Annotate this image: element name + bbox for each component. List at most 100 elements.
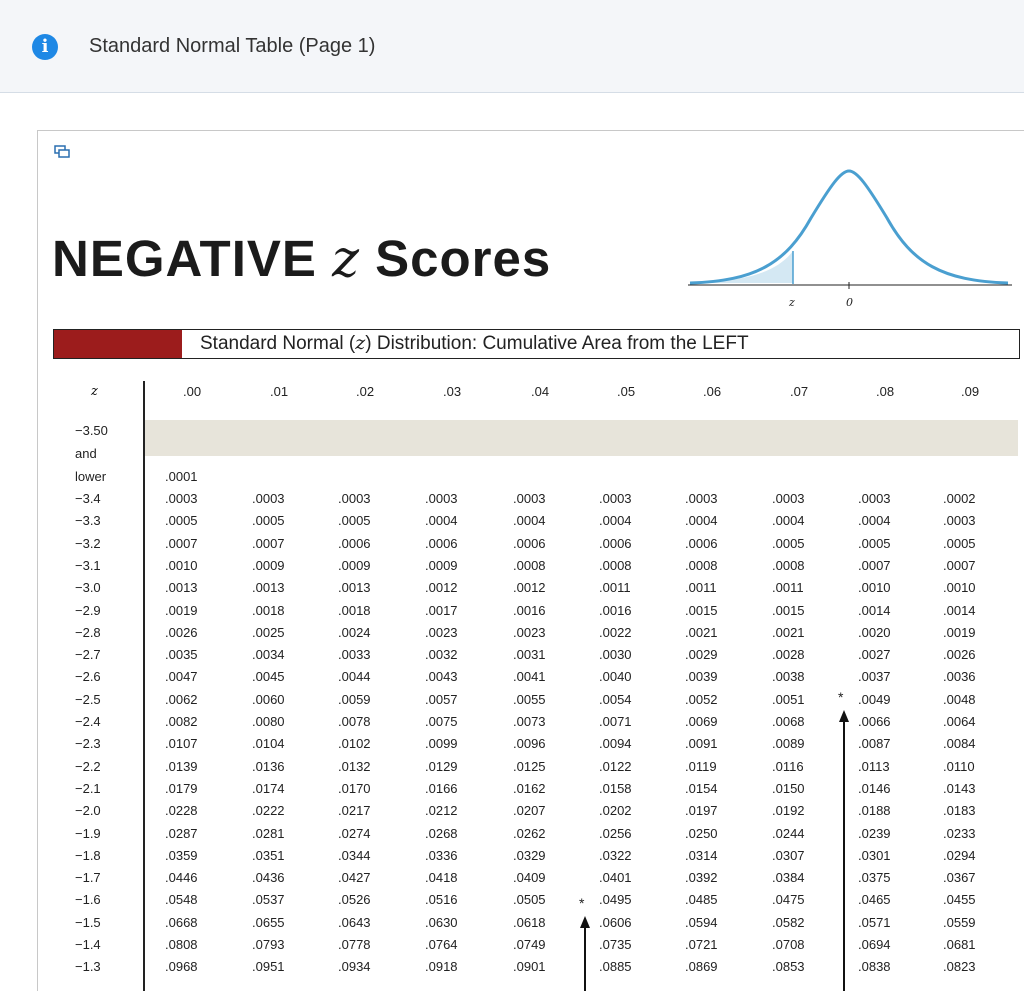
table-cell: .0004: [513, 513, 546, 529]
table-cell: .0026: [943, 647, 976, 663]
table-cell: .0021: [685, 624, 718, 640]
column-header: .08: [876, 384, 895, 399]
normal-curve-graphic: z 0: [688, 169, 1012, 309]
row-z-label: and: [75, 446, 97, 461]
table-cell: .0301: [858, 847, 891, 863]
table-cell: .0022: [599, 624, 632, 640]
table-cell: .0020: [858, 624, 891, 640]
table-cell: .0037: [858, 669, 891, 685]
table-cell: .0643: [338, 914, 371, 930]
info-icon[interactable]: i: [32, 34, 58, 60]
table-cell: .0004: [425, 513, 458, 529]
table-cell: .0150: [772, 780, 805, 796]
table-cell: .0146: [858, 780, 891, 796]
table-cell: .0197: [685, 803, 718, 819]
shaded-left-tail: [692, 251, 793, 283]
z-column-divider: [143, 381, 145, 991]
table-cell: .0107: [165, 736, 198, 752]
table-cell: .0014: [943, 602, 976, 618]
table-cell: .0268: [425, 825, 458, 841]
table-cell: .0009: [338, 557, 371, 573]
table-cell: .0582: [772, 914, 805, 930]
table-cell: .0125: [513, 758, 546, 774]
table-cell: .0011: [685, 580, 717, 596]
table-cell: .0006: [685, 535, 718, 551]
table-cell: .0505: [513, 892, 546, 908]
table-cell: .0618: [513, 914, 546, 930]
row-z-label: −2.9: [75, 602, 101, 618]
table-cell: .0001: [165, 469, 198, 484]
table-cell: .0062: [165, 691, 198, 707]
table-cell: .0066: [858, 714, 891, 729]
table-cell: .0047: [165, 669, 198, 685]
table-cell: .0096: [513, 736, 546, 752]
table-cell: .0019: [943, 624, 976, 640]
column-header-row: z .00 .01 .02 .03 .04 .05 .06 .07 .08 .0…: [53, 384, 1018, 404]
table-cell: .0043: [425, 669, 458, 685]
curve-zero-label: 0: [846, 296, 853, 309]
table-cell: .0162: [513, 780, 546, 796]
marker-star: *: [838, 689, 844, 705]
row-z-label: −2.2: [75, 758, 101, 774]
column-header: .06: [703, 384, 722, 399]
table-cell: .0436: [252, 870, 285, 886]
table-cell: .0073: [513, 714, 546, 729]
copy-icon[interactable]: [54, 145, 70, 159]
table-cell: .0735: [599, 937, 632, 952]
table-cell: .0192: [772, 803, 805, 819]
header-band: [145, 420, 1018, 456]
column-header: .07: [790, 384, 809, 399]
table-cell: .0721: [685, 937, 718, 952]
table-cell: .0052: [685, 691, 718, 707]
table-cell: .0179: [165, 780, 198, 796]
table-cell: .0329: [513, 847, 546, 863]
table-cell: .0060: [252, 691, 285, 707]
table-cell: .0384: [772, 870, 805, 886]
column-header: .00: [183, 384, 202, 399]
marker-arrow-line: [584, 926, 586, 991]
table-cell: .0274: [338, 825, 371, 841]
table-cell: .0594: [685, 914, 718, 930]
table-cell: .0017: [425, 602, 458, 618]
table-cell: .0475: [772, 892, 805, 908]
table-cell: .0010: [943, 580, 976, 596]
table-cell: .0008: [772, 557, 805, 573]
table-cell: .0004: [685, 513, 718, 529]
table-cell: .0418: [425, 870, 458, 886]
table-cell: .0427: [338, 870, 371, 886]
table-cell: .0104: [252, 736, 285, 752]
table-cell: .0559: [943, 914, 976, 930]
distribution-banner: Standard Normal (z) Distribution: Cumula…: [53, 329, 1020, 359]
table-cell: .0322: [599, 847, 632, 863]
table-cell: .0080: [252, 714, 285, 729]
table-cell: .0951: [252, 959, 285, 975]
table-cell: .0034: [252, 647, 285, 663]
column-header: .02: [356, 384, 375, 399]
row-z-label: −2.8: [75, 624, 101, 640]
table-cell: .0023: [425, 624, 458, 640]
row-z-label: −2.0: [75, 803, 101, 819]
table-cell: .0351: [252, 847, 285, 863]
marker-arrow-line: [843, 720, 845, 991]
table-cell: .0116: [772, 758, 804, 774]
table-cell: .0006: [513, 535, 546, 551]
table-cell: .0089: [772, 736, 805, 752]
table-cell: .0003: [165, 491, 198, 506]
table-cell: .0003: [252, 491, 285, 506]
table-cell: .0049: [858, 691, 891, 707]
table-cell: .0154: [685, 780, 718, 796]
row-z-label: −1.4: [75, 937, 101, 952]
table-cell: .0307: [772, 847, 805, 863]
table-cell: .0485: [685, 892, 718, 908]
table-cell: .0630: [425, 914, 458, 930]
table-cell: .0367: [943, 870, 976, 886]
table-cell: .0207: [513, 803, 546, 819]
table-cell: .0039: [685, 669, 718, 685]
table-cell: .0007: [252, 535, 285, 551]
table-cell: .0212: [425, 803, 458, 819]
table-cell: .0021: [772, 624, 805, 640]
row-z-label: −3.2: [75, 535, 101, 551]
table-cell: .0082: [165, 714, 198, 729]
table-cell: .0010: [165, 557, 198, 573]
table-cell: .0059: [338, 691, 371, 707]
